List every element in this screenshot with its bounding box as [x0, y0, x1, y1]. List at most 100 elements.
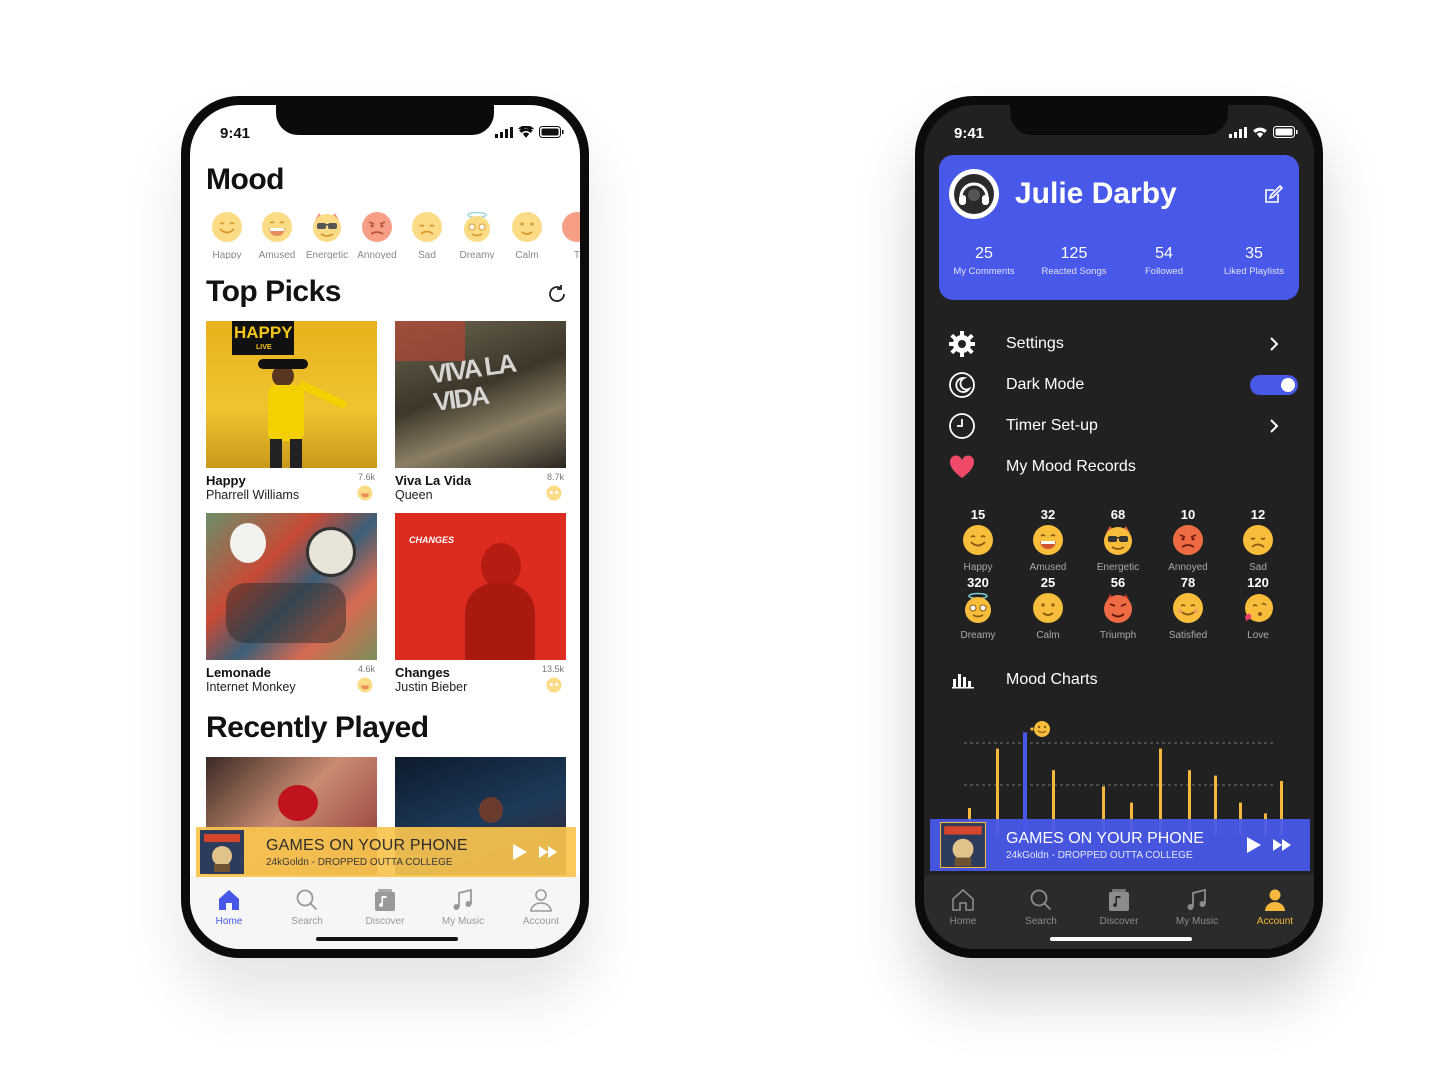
- moon-icon: [949, 372, 975, 398]
- pick-card[interactable]: VIVA LA VIDA Viva La Vida Queen 8.7k: [395, 321, 566, 503]
- record-love: 120 Love: [1232, 575, 1284, 641]
- search-icon: [1030, 889, 1052, 911]
- menu-settings[interactable]: Settings: [948, 329, 1300, 359]
- tab-label: Account: [1256, 916, 1294, 927]
- now-playing-art: [200, 830, 244, 874]
- menu-mood-records[interactable]: My Mood Records: [948, 452, 1300, 482]
- chevron-right-icon: [1270, 337, 1279, 351]
- stat-followed[interactable]: 54 Followed: [1119, 245, 1209, 277]
- album-art: [206, 513, 377, 660]
- tab-label: Home: [949, 916, 977, 927]
- mood-sad[interactable]: Sad: [404, 211, 450, 259]
- reaction-count: 13.5k: [541, 664, 564, 674]
- record-label: Annoyed: [1168, 562, 1208, 573]
- song-title: Changes: [395, 665, 450, 680]
- home-indicator: [316, 937, 458, 941]
- discover-icon: [375, 889, 395, 911]
- tab-account[interactable]: Account: [1236, 875, 1314, 949]
- pick-card[interactable]: Lemonade Internet Monkey 4.6k: [206, 513, 377, 695]
- triumph-emoji-icon: [1104, 594, 1132, 623]
- mood-label: Energetic: [305, 250, 349, 259]
- dreamy-emoji-icon: [965, 592, 991, 623]
- now-playing-art: [940, 822, 986, 868]
- profile-card: Julie Darby 25 My Comments 125 Reacted Son…: [939, 155, 1299, 300]
- play-icon[interactable]: [510, 843, 528, 861]
- song-title: Happy: [206, 473, 246, 488]
- menu-label: Timer Set-up: [1006, 417, 1098, 434]
- record-value: 10: [1180, 507, 1196, 522]
- recently-played-title: Recently Played: [206, 711, 429, 744]
- refresh-icon[interactable]: [546, 283, 568, 305]
- mood-label: Dreamy: [459, 250, 495, 259]
- pick-card[interactable]: CHANGES Changes Justin Bieber 13.5k: [395, 513, 566, 695]
- record-label: Triumph: [1099, 630, 1137, 641]
- now-playing-bar[interactable]: GAMES ON YOUR PHONE 24kGoldn - DROPPED O…: [196, 827, 576, 877]
- now-playing-bar[interactable]: GAMES ON YOUR PHONE 24kGoldn - DROPPED O…: [930, 819, 1310, 871]
- happy-emoji-icon: [963, 525, 993, 555]
- play-icon[interactable]: [1244, 836, 1262, 854]
- music-note-icon: [453, 888, 472, 910]
- edit-icon[interactable]: [1263, 183, 1285, 205]
- now-playing-subtitle: 24kGoldn - DROPPED OUTTA COLLEGE: [266, 856, 453, 868]
- menu-label: Settings: [1006, 335, 1064, 352]
- profile-name: Julie Darby: [1015, 177, 1177, 210]
- mood-calm[interactable]: Calm: [504, 211, 550, 259]
- home-icon: [952, 888, 974, 911]
- song-artist: Queen: [395, 488, 433, 502]
- record-value: 120: [1247, 575, 1269, 590]
- love-emoji-icon: [1245, 594, 1273, 622]
- music-note-icon: [1187, 888, 1206, 910]
- home-indicator: [1050, 937, 1192, 941]
- now-playing-text: GAMES ON YOUR PHONE 24kGoldn - DROPPED O…: [1006, 830, 1204, 861]
- mood-triumph[interactable]: T: [554, 211, 580, 259]
- album-art-subtext: LIVE: [256, 344, 272, 351]
- stat-liked-playlists[interactable]: 35 Liked Playlists: [1209, 245, 1299, 277]
- dark-mode-toggle[interactable]: [1250, 375, 1298, 395]
- mood-chart: [964, 721, 1283, 835]
- toggle-knob: [1281, 378, 1295, 392]
- record-satisfied: 78 Satisfied: [1162, 575, 1214, 641]
- stat-comments[interactable]: 25 My Comments: [939, 245, 1029, 277]
- avatar[interactable]: [949, 169, 999, 219]
- fast-forward-icon[interactable]: [538, 843, 558, 861]
- heart-icon: [949, 455, 975, 478]
- mood-happy[interactable]: Happy: [204, 211, 250, 259]
- tab-label: Home: [215, 916, 243, 927]
- home-screen: 9:41 Mood Happy Amused Energetic Annoyed…: [190, 105, 580, 949]
- tab-home[interactable]: Home: [924, 875, 1002, 949]
- mood-energetic[interactable]: Energetic: [304, 211, 350, 259]
- search-icon: [296, 889, 318, 911]
- dreamy-emoji-icon: [546, 485, 562, 501]
- sad-emoji-icon: [1243, 525, 1273, 555]
- record-dreamy: 320 Dreamy: [952, 575, 1004, 641]
- pick-card[interactable]: HAPPY LIVE Happy Pharrell Williams 7.6k: [206, 321, 377, 503]
- tab-account[interactable]: Account: [502, 875, 580, 949]
- phone-account: 9:41 Julie Darby 25 My Comments 125 Reacte…: [915, 96, 1323, 958]
- stat-value: 125: [1060, 245, 1088, 262]
- stat-reacted-songs[interactable]: 125 Reacted Songs: [1029, 245, 1119, 277]
- account-screen: 9:41 Julie Darby 25 My Comments 125 Reacte…: [924, 105, 1314, 949]
- chart-marker: [1030, 721, 1050, 737]
- record-value: 12: [1250, 507, 1266, 522]
- top-picks-title: Top Picks: [206, 275, 341, 308]
- signal-icon: [495, 126, 513, 138]
- status-icons: [1229, 126, 1298, 138]
- mood-title: Mood: [206, 163, 284, 196]
- now-playing-title: GAMES ON YOUR PHONE: [266, 836, 468, 854]
- mood-charts-header[interactable]: Mood Charts: [952, 671, 1098, 689]
- menu-timer-setup[interactable]: Timer Set-up: [948, 411, 1300, 441]
- stage: 9:41 Mood Happy Amused Energetic Annoyed…: [0, 0, 1442, 1080]
- mood-label: Amused: [258, 250, 296, 259]
- mood-amused[interactable]: Amused: [254, 211, 300, 259]
- player-controls: [510, 843, 558, 861]
- tab-home[interactable]: Home: [190, 875, 268, 949]
- stat-value: 54: [1155, 245, 1173, 262]
- triumph-emoji-icon: [562, 212, 580, 242]
- mood-dreamy[interactable]: Dreamy: [454, 211, 500, 259]
- tab-label: Discover: [1099, 916, 1139, 927]
- record-value: 68: [1110, 507, 1126, 522]
- record-annoyed: 10 Annoyed: [1162, 507, 1214, 573]
- fast-forward-icon[interactable]: [1272, 836, 1292, 854]
- mood-annoyed[interactable]: Annoyed: [354, 211, 400, 259]
- mood-label: T: [573, 250, 580, 259]
